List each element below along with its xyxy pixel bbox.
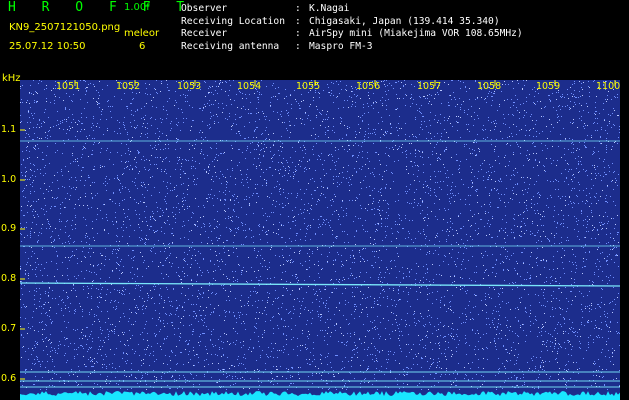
x-tick-label: 1057 bbox=[417, 81, 442, 92]
x-tick-label: 1052 bbox=[116, 81, 141, 92]
count-label: 6 bbox=[139, 41, 146, 52]
x-tick-label: 1053 bbox=[177, 81, 202, 92]
noise-floor-band bbox=[20, 391, 620, 400]
spectrogram-plot bbox=[20, 80, 620, 400]
spectrogram-svg bbox=[20, 80, 620, 400]
x-tick-label: 1059 bbox=[536, 81, 561, 92]
program-label: meleor bbox=[124, 28, 160, 39]
metadata-block: Observer : K.Nagai Receiving Location : … bbox=[181, 3, 523, 53]
version-label: 1.00f bbox=[124, 2, 150, 13]
y-tick-label: 1.0 bbox=[1, 174, 17, 185]
x-tick-label: 1054 bbox=[237, 81, 262, 92]
meta-separator: : bbox=[295, 40, 301, 52]
noise-speckle bbox=[20, 80, 620, 390]
y-tick-label: 0.6 bbox=[1, 373, 17, 384]
y-tick-label: 0.9 bbox=[1, 223, 17, 234]
meta-label: Receiving Location bbox=[181, 15, 285, 27]
x-tick-label: 1100 bbox=[596, 81, 621, 92]
y-tick-label: 0.7 bbox=[1, 323, 17, 334]
y-tick-label: 1.1 bbox=[1, 124, 17, 135]
app-title: H R O F F T bbox=[8, 0, 194, 15]
header-panel: H R O F F T 1.00f KN9_2507121050.png mel… bbox=[0, 0, 629, 75]
meta-value: AirSpy mini (Miakejima VOR 108.65MHz) bbox=[309, 28, 523, 39]
meta-row-location: Receiving Location : Chigasaki, Japan (1… bbox=[181, 16, 523, 29]
meta-row-observer: Observer : K.Nagai bbox=[181, 3, 523, 16]
y-tick-label: 0.8 bbox=[1, 273, 17, 284]
x-tick-label: 1058 bbox=[477, 81, 502, 92]
meta-row-receiver: Receiver : AirSpy mini (Miakejima VOR 10… bbox=[181, 28, 523, 41]
meta-value: Chigasaki, Japan (139.414 35.340) bbox=[309, 15, 500, 27]
x-tick-label: 1056 bbox=[356, 81, 381, 92]
timestamp-label: 25.07.12 10:50 bbox=[9, 41, 86, 52]
meta-separator: : bbox=[295, 28, 301, 39]
filename-label: KN9_2507121050.png bbox=[9, 22, 121, 33]
meta-row-antenna: Receiving antenna : Maspro FM-3 bbox=[181, 41, 523, 54]
meta-separator: : bbox=[295, 3, 301, 14]
y-axis-unit: kHz bbox=[2, 73, 21, 84]
signal-line-carrier bbox=[20, 282, 620, 287]
meta-label: Observer bbox=[181, 3, 228, 14]
x-tick-label: 1051 bbox=[56, 81, 81, 92]
meta-label: Receiving antenna bbox=[181, 40, 280, 52]
x-tick-label: 1055 bbox=[296, 81, 321, 92]
meta-separator: : bbox=[295, 15, 301, 27]
meta-label: Receiver bbox=[181, 28, 228, 39]
meta-value: Maspro FM-3 bbox=[309, 40, 373, 52]
meta-value: K.Nagai bbox=[309, 3, 350, 14]
